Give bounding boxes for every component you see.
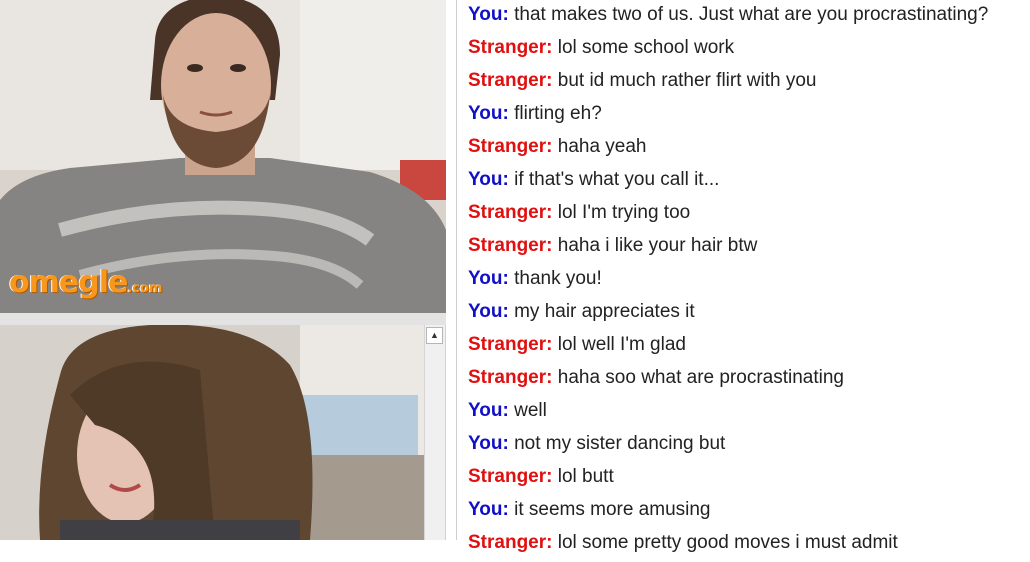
- message-sender: You:: [468, 301, 509, 322]
- message-sender: Stranger:: [468, 466, 553, 487]
- chat-log: You: that makes two of us. Just what are…: [468, 1, 1028, 562]
- message-sender: You:: [468, 4, 509, 25]
- message-sender: Stranger:: [468, 367, 553, 388]
- message-text: well: [514, 400, 547, 421]
- message-text: that makes two of us. Just what are you …: [514, 4, 989, 25]
- chat-message: You: well: [468, 397, 1028, 430]
- chat-message: You: that makes two of us. Just what are…: [468, 1, 1028, 34]
- chat-message: Stranger: lol butt: [468, 463, 1028, 496]
- message-text: thank you!: [514, 268, 602, 289]
- chat-message: You: flirting eh?: [468, 100, 1028, 133]
- self-video-scrollbar[interactable]: ▲: [424, 325, 445, 540]
- message-text: lol some pretty good moves i must admit: [557, 532, 898, 553]
- chat-message: You: it seems more amusing: [468, 496, 1028, 529]
- message-sender: You:: [468, 103, 509, 124]
- self-video-image: [0, 325, 446, 540]
- message-sender: Stranger:: [468, 334, 553, 355]
- chat-message: You: my hair appreciates it: [468, 298, 1028, 331]
- message-sender: Stranger:: [468, 37, 553, 58]
- message-sender: Stranger:: [468, 202, 553, 223]
- message-text: flirting eh?: [514, 103, 602, 124]
- message-sender: You:: [468, 499, 509, 520]
- message-text: my hair appreciates it: [514, 301, 695, 322]
- message-text: but id much rather flirt with you: [557, 70, 817, 91]
- chat-message: You: if that's what you call it...: [468, 166, 1028, 199]
- chat-message: Stranger: lol some school work: [468, 34, 1028, 67]
- chat-divider: [456, 0, 457, 540]
- omegle-logo-text: omegle: [9, 265, 128, 300]
- chat-message: Stranger: lol well I'm glad: [468, 331, 1028, 364]
- self-video: [0, 325, 446, 540]
- omegle-logo-tld: .com: [127, 281, 163, 296]
- chat-message: Stranger: lol some pretty good moves i m…: [468, 529, 1028, 562]
- message-text: if that's what you call it...: [514, 169, 720, 190]
- message-text: not my sister dancing but: [514, 433, 726, 454]
- video-panel: omegle.com ▲: [0, 0, 446, 540]
- stranger-video: omegle.com: [0, 0, 446, 313]
- message-sender: Stranger:: [468, 235, 553, 256]
- chat-message: You: not my sister dancing but: [468, 430, 1028, 463]
- chat-message: Stranger: lol I'm trying too: [468, 199, 1028, 232]
- message-sender: Stranger:: [468, 70, 553, 91]
- chat-message: Stranger: haha yeah: [468, 133, 1028, 166]
- message-text: lol some school work: [557, 37, 735, 58]
- message-text: haha i like your hair btw: [557, 235, 758, 256]
- message-sender: You:: [468, 433, 509, 454]
- omegle-logo: omegle.com: [9, 265, 162, 300]
- chat-message: You: thank you!: [468, 265, 1028, 298]
- message-text: lol butt: [557, 466, 614, 487]
- message-text: lol well I'm glad: [557, 334, 686, 355]
- chat-message: Stranger: but id much rather flirt with …: [468, 67, 1028, 100]
- message-text: haha yeah: [557, 136, 647, 157]
- chat-message: Stranger: haha soo what are procrastinat…: [468, 364, 1028, 397]
- message-text: haha soo what are procrastinating: [557, 367, 844, 388]
- message-text: it seems more amusing: [514, 499, 711, 520]
- message-sender: You:: [468, 268, 509, 289]
- chat-message: Stranger: haha i like your hair btw: [468, 232, 1028, 265]
- message-sender: Stranger:: [468, 136, 553, 157]
- message-sender: You:: [468, 169, 509, 190]
- message-sender: You:: [468, 400, 509, 421]
- scroll-up-arrow-icon[interactable]: ▲: [426, 327, 443, 344]
- message-text: lol I'm trying too: [557, 202, 691, 223]
- message-sender: Stranger:: [468, 532, 553, 553]
